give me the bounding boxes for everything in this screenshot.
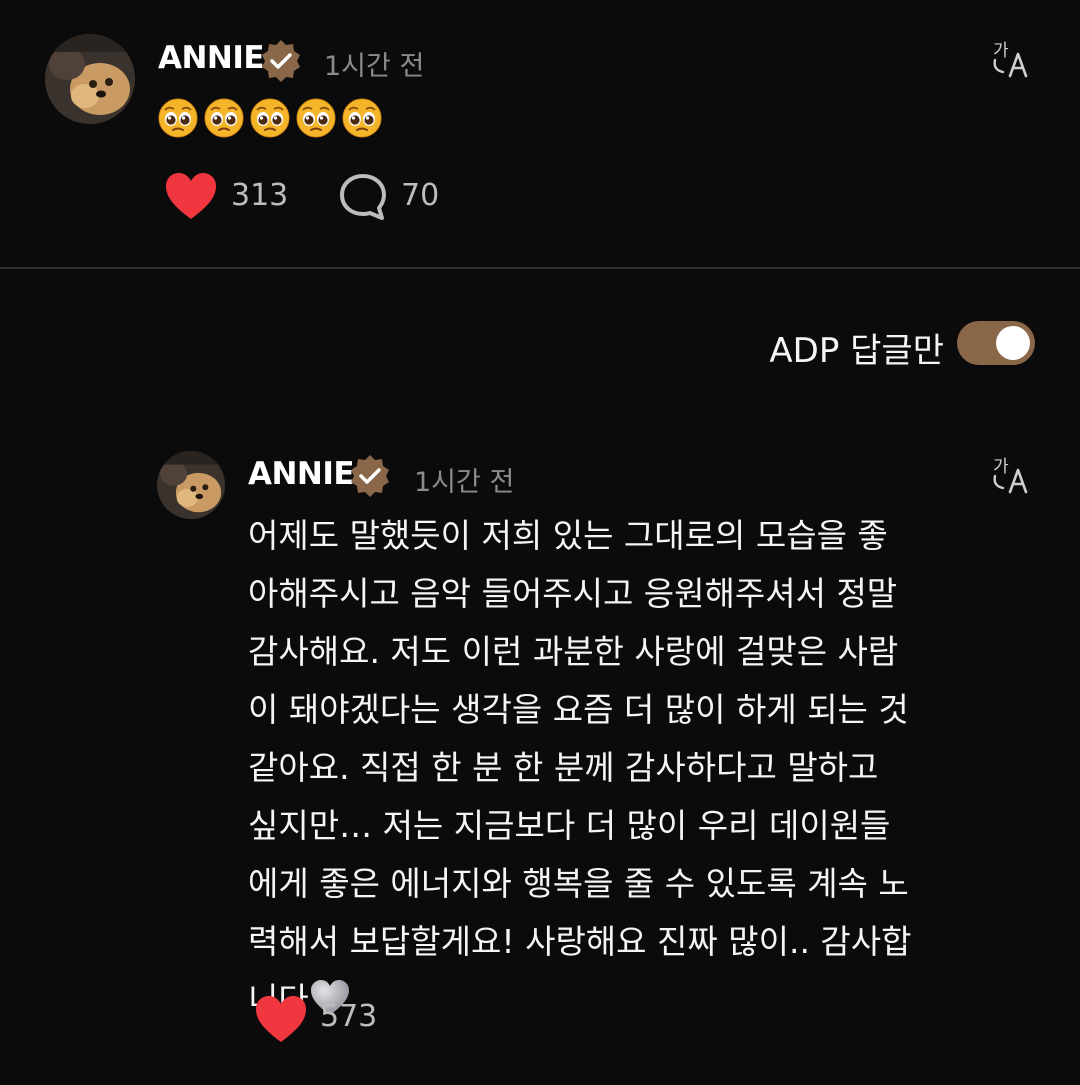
- translate-icon[interactable]: 가: [991, 454, 1033, 494]
- post-comment-count: 70: [401, 178, 440, 213]
- post-avatar[interactable]: [45, 34, 135, 124]
- adp-replies-only-label: ADP 답글만: [769, 331, 944, 371]
- heart-icon[interactable]: [164, 172, 218, 222]
- reply-text-line: 어제도 말했듯이 저희 있는 그대로의 모습을 좋: [248, 516, 888, 555]
- verified-badge-icon: [262, 40, 300, 82]
- toggle-knob: [996, 326, 1030, 360]
- reply-text-line: 에게 좋은 에너지와 행복을 줄 수 있도록 계속 노: [248, 864, 909, 903]
- section-divider: [0, 267, 1080, 269]
- reply-text-line: 감사해요. 저도 이런 과분한 사랑에 걸맞은 사람: [248, 632, 899, 671]
- pleading-face-icon: [204, 98, 244, 138]
- post-like-count: 313: [231, 178, 289, 213]
- reply-text-line: 력해서 보답할게요! 사랑해요 진짜 많이.. 감사합: [248, 922, 912, 961]
- pleading-face-icon: [158, 98, 198, 138]
- reply-text-line: 싶지만… 저는 지금보다 더 많이 우리 데이원들: [248, 806, 891, 845]
- svg-text:가: 가: [993, 457, 1009, 477]
- comment-icon[interactable]: [338, 172, 388, 222]
- post-author-name[interactable]: ANNIE: [158, 40, 265, 76]
- heart-icon[interactable]: [254, 995, 308, 1045]
- svg-text:가: 가: [993, 41, 1009, 61]
- post-emoji-row: [158, 97, 382, 139]
- reply-avatar[interactable]: [157, 451, 225, 519]
- reply-like-count: 573: [320, 999, 378, 1034]
- reply-text-line: 아해주시고 음악 들어주시고 응원해주셔서 정말: [248, 574, 898, 613]
- verified-badge-icon: [351, 455, 389, 497]
- reply-time: 1시간 전: [414, 467, 515, 498]
- pleading-face-icon: [250, 98, 290, 138]
- reply-text-line: 이 돼야겠다는 생각을 요즘 더 많이 하게 되는 것: [248, 690, 909, 729]
- pleading-face-icon: [296, 98, 336, 138]
- post-time: 1시간 전: [324, 51, 425, 82]
- reply-author-name[interactable]: ANNIE: [248, 456, 355, 492]
- reply-text: 어제도 말했듯이 저희 있는 그대로의 모습을 좋 아해주시고 음악 들어주시고…: [248, 507, 968, 1029]
- reply-text-line: 같아요. 직접 한 분 한 분께 감사하다고 말하고: [248, 748, 879, 787]
- translate-icon[interactable]: 가: [991, 38, 1033, 78]
- pleading-face-icon: [342, 98, 382, 138]
- adp-replies-only-toggle[interactable]: [957, 321, 1035, 365]
